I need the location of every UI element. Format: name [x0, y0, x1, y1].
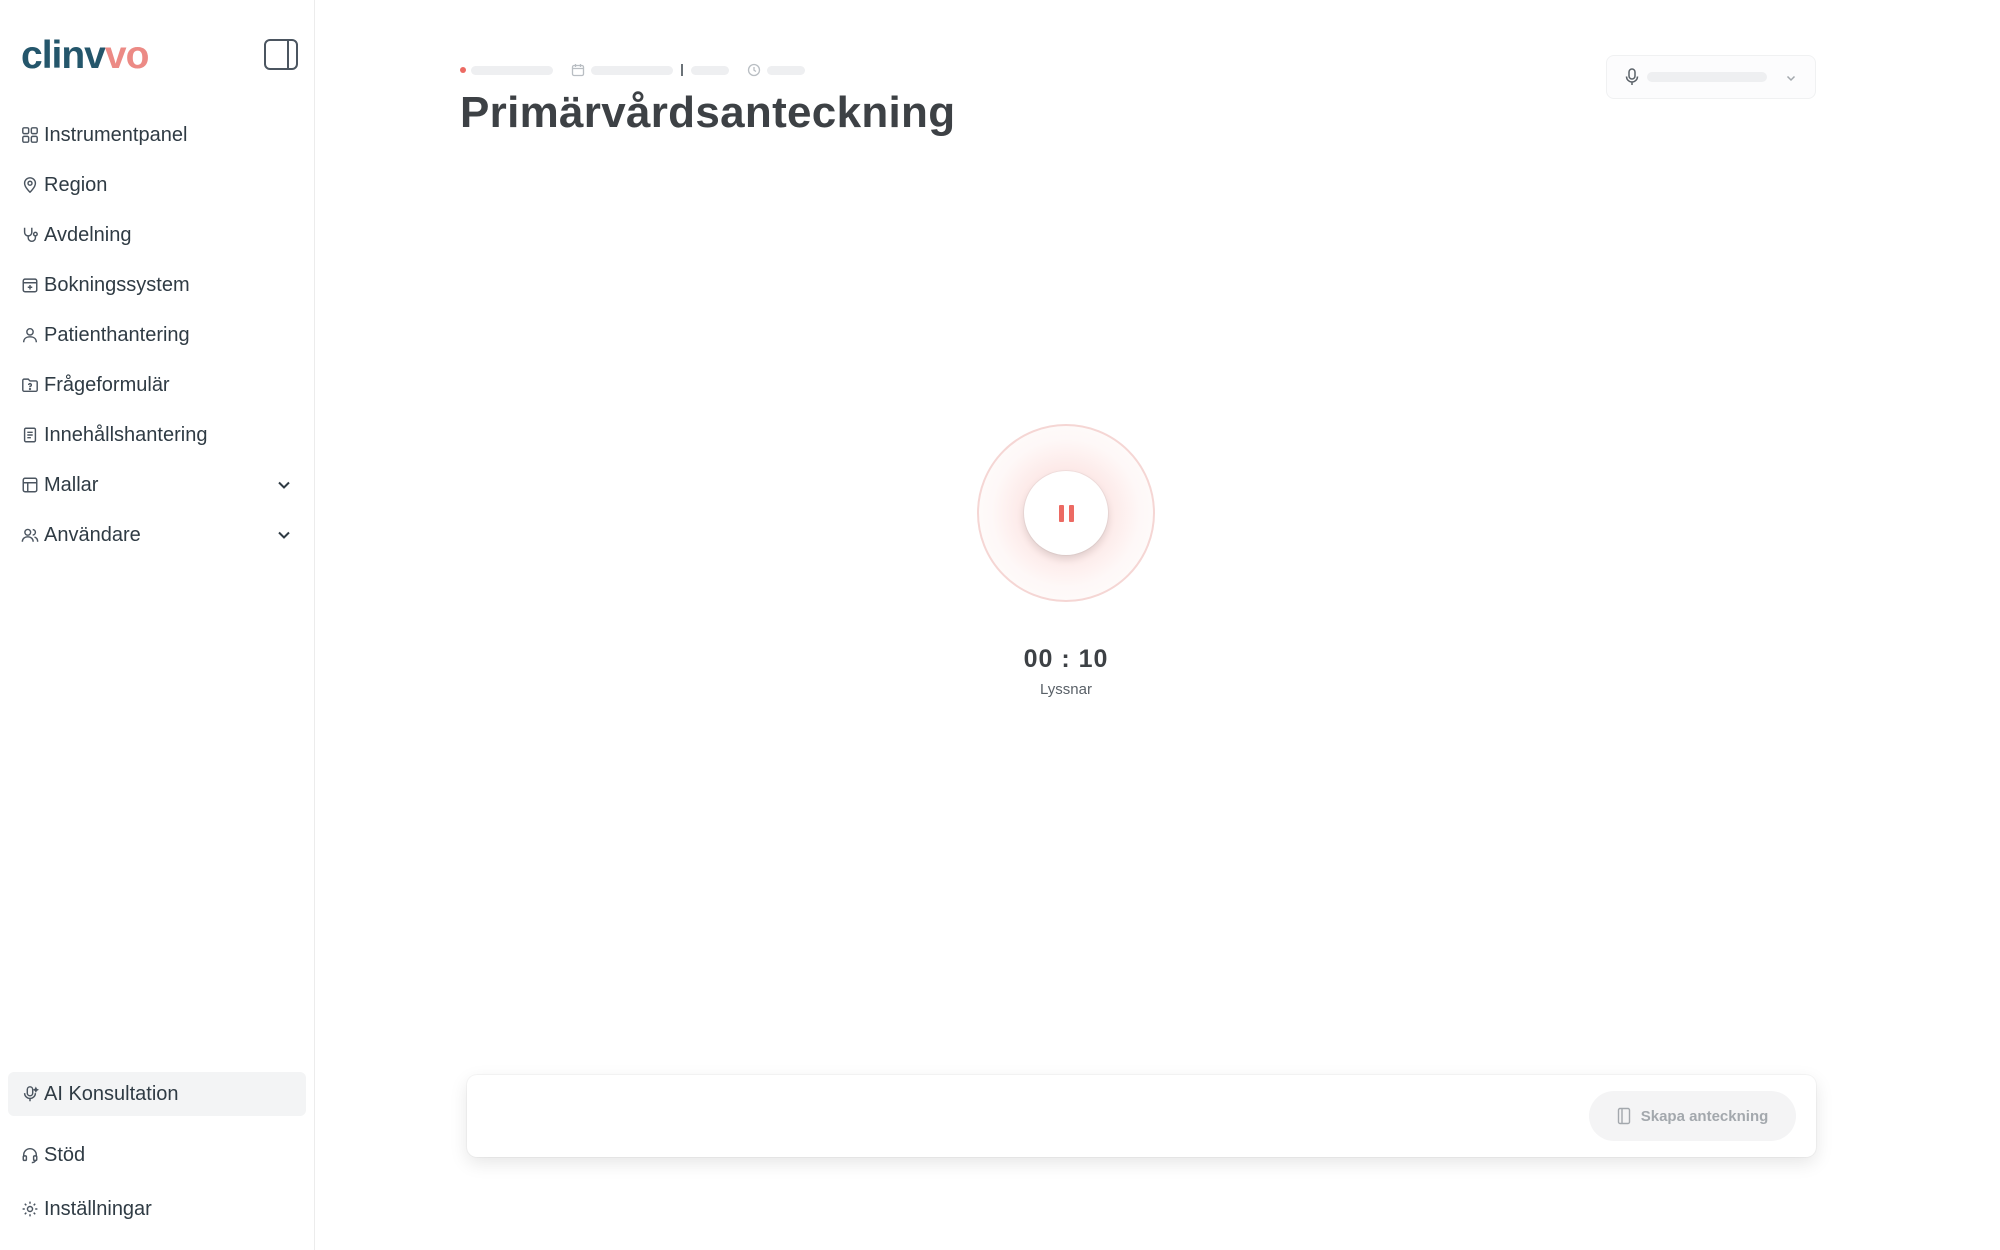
chevron-down-icon — [1786, 75, 1796, 82]
sidebar: clinvvo Instrumentpanel Region Avdelning… — [0, 0, 315, 1250]
document-icon — [20, 425, 40, 445]
sidebar-item-label: AI Konsultation — [44, 1082, 179, 1105]
sidebar-nav: Instrumentpanel Region Avdelning Bokning… — [8, 110, 306, 560]
divider — [681, 64, 683, 76]
sidebar-item-label: Inställningar — [44, 1197, 152, 1220]
sidebar-item-label: Bokningssystem — [44, 273, 190, 296]
dashboard-icon — [20, 125, 40, 145]
action-bar: Skapa anteckning — [467, 1075, 1816, 1157]
users-icon — [20, 525, 40, 545]
microphone-name-placeholder — [1647, 72, 1767, 82]
folder-question-icon — [20, 375, 40, 395]
sidebar-item-frageformular[interactable]: Frågeformulär — [8, 360, 306, 410]
table-icon — [20, 475, 40, 495]
time-placeholder — [767, 65, 805, 75]
sidebar-item-label: Mallar — [44, 473, 99, 496]
sidebar-item-ai-konsultation[interactable]: AI Konsultation — [8, 1072, 306, 1116]
sidebar-item-region[interactable]: Region — [8, 160, 306, 210]
date-placeholder — [591, 65, 673, 75]
microphone-icon — [1625, 68, 1639, 85]
page-title: Primärvårdsanteckning — [460, 88, 956, 137]
sidebar-item-patienthantering[interactable]: Patienthantering — [8, 310, 306, 360]
sidebar-item-label: Patienthantering — [44, 323, 190, 346]
create-note-label: Skapa anteckning — [1640, 1107, 1769, 1125]
consultation-meta-row — [460, 62, 805, 78]
sidebar-item-avdelning[interactable]: Avdelning — [8, 210, 306, 260]
sidebar-bottom-nav: AI Konsultation Stöd Inställningar — [8, 1072, 306, 1236]
headset-icon — [20, 1145, 40, 1165]
sidebar-item-bokningssystem[interactable]: Bokningssystem — [8, 260, 306, 310]
sidebar-item-anvandare[interactable]: Användare — [8, 510, 306, 560]
chevron-down-icon[interactable] — [274, 475, 294, 495]
pause-button[interactable] — [1024, 471, 1108, 555]
sidebar-item-label: Region — [44, 173, 108, 196]
sidebar-item-label: Innehållshantering — [44, 423, 208, 446]
sidebar-item-mallar[interactable]: Mallar — [8, 460, 306, 510]
gear-icon — [20, 1199, 40, 1219]
calendar-plus-icon — [20, 275, 40, 295]
create-note-button[interactable]: Skapa anteckning — [1589, 1091, 1796, 1141]
meta-placeholder — [471, 65, 553, 75]
clock-icon — [747, 63, 761, 77]
sidebar-item-label: Användare — [44, 523, 141, 546]
sidebar-toggle-button[interactable] — [264, 39, 298, 70]
sidebar-item-label: Stöd — [44, 1143, 86, 1166]
microphone-select[interactable] — [1606, 55, 1816, 99]
app-window: clinvvo Instrumentpanel Region Avdelning… — [0, 0, 2000, 1250]
recording-dot-icon — [460, 67, 466, 73]
sidebar-item-stod[interactable]: Stöd — [8, 1128, 306, 1182]
stethoscope-icon — [20, 225, 40, 245]
logo: clinvvo — [21, 34, 149, 77]
sidebar-item-label: Instrumentpanel — [44, 123, 188, 146]
sidebar-item-installningar[interactable]: Inställningar — [8, 1182, 306, 1236]
note-icon — [1617, 1107, 1630, 1125]
sidebar-item-label: Avdelning — [44, 223, 132, 246]
map-pin-icon — [20, 175, 40, 195]
user-icon — [20, 325, 40, 345]
sidebar-item-innehallshantering[interactable]: Innehållshantering — [8, 410, 306, 460]
pause-icon — [1058, 504, 1064, 522]
calendar-icon — [571, 64, 585, 77]
ai-mic-icon — [20, 1084, 40, 1104]
recording-timer: 00 : 10 — [1023, 645, 1109, 673]
meta-placeholder — [691, 65, 729, 75]
sidebar-item-label: Frågeformulär — [44, 373, 170, 396]
recording-status: Lyssnar — [1040, 681, 1092, 698]
chevron-down-icon[interactable] — [274, 525, 294, 545]
sidebar-item-instrumentpanel[interactable]: Instrumentpanel — [8, 110, 306, 160]
